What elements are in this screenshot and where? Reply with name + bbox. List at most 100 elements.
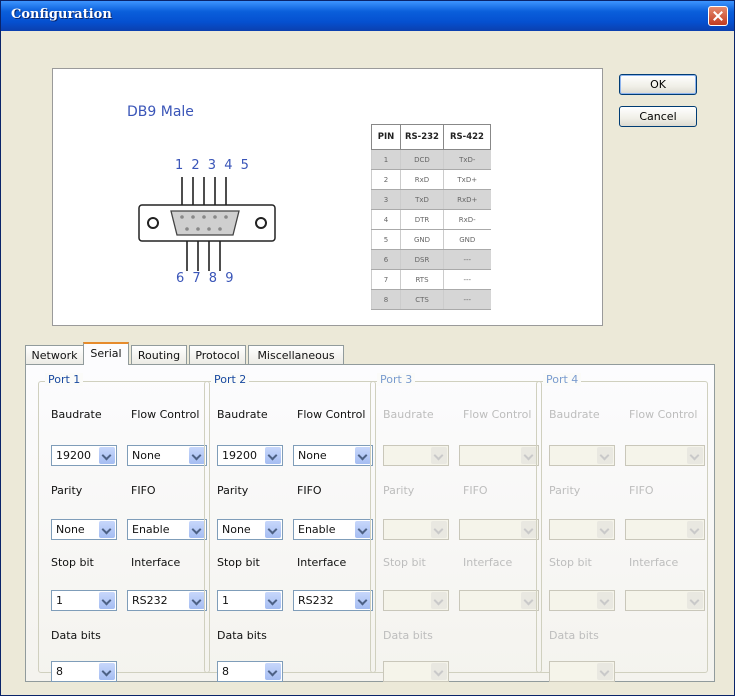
rs232-cell: DSR: [400, 249, 444, 270]
parity-select[interactable]: None: [51, 519, 117, 540]
stop-bit-value: 1: [56, 594, 63, 607]
rs422-cell: RxD+: [443, 189, 491, 210]
parity-select: [383, 519, 449, 540]
data-bits-select: [383, 661, 449, 682]
interface-select: [459, 590, 539, 611]
table-row: 3 TxD RxD+: [371, 189, 491, 210]
rs232-cell: CTS: [400, 289, 444, 310]
chevron-down-icon[interactable]: [189, 521, 205, 538]
chevron-down-icon[interactable]: [99, 447, 115, 464]
rs422-cell: GND: [443, 229, 491, 250]
fifo-select: [625, 519, 705, 540]
tab-protocol[interactable]: Protocol: [189, 345, 246, 364]
flow-control-value: None: [132, 449, 161, 462]
ok-button[interactable]: OK: [619, 74, 697, 95]
chevron-down-icon[interactable]: [355, 592, 371, 609]
data-bits-value: 8: [222, 665, 229, 678]
connector-label: DB9 Male: [127, 104, 194, 120]
fifo-value: Enable: [298, 523, 336, 536]
chevron-down-icon[interactable]: [99, 521, 115, 538]
db9-connector-icon: [138, 177, 276, 271]
chevron-down-icon[interactable]: [189, 447, 205, 464]
chevron-down-icon[interactable]: [265, 663, 281, 680]
title-bar[interactable]: Configuration: [1, 1, 734, 31]
chevron-down-icon: [597, 663, 613, 680]
rs232-header: RS-232: [400, 124, 444, 150]
fifo-select[interactable]: Enable: [127, 519, 207, 540]
pin-cell: 5: [371, 229, 401, 250]
port-title: Port 3: [377, 373, 416, 386]
stop-bit-select[interactable]: 1: [51, 590, 117, 611]
pin-cell: 2: [371, 169, 401, 190]
chevron-down-icon: [431, 592, 447, 609]
rs232-cell: DCD: [400, 149, 444, 170]
parity-value: None: [56, 523, 85, 536]
table-row: 5 GND GND: [371, 229, 491, 250]
stop-bit-select[interactable]: 1: [217, 590, 283, 611]
data-bits-value: 8: [56, 665, 63, 678]
chevron-down-icon: [431, 447, 447, 464]
data-bits-label: Data bits: [549, 629, 599, 642]
table-row: 6 DSR ---: [371, 249, 491, 270]
interface-select[interactable]: RS232: [293, 590, 373, 611]
interface-value: RS232: [298, 594, 334, 607]
chevron-down-icon[interactable]: [355, 521, 371, 538]
stop-bit-label: Stop bit: [51, 556, 94, 569]
stop-bit-value: 1: [222, 594, 229, 607]
interface-value: RS232: [132, 594, 168, 607]
fifo-label: FIFO: [629, 484, 654, 497]
fifo-label: FIFO: [131, 484, 156, 497]
stop-bit-label: Stop bit: [383, 556, 426, 569]
port-1-group: Port 1 Baudrate Flow Control 19200 None …: [38, 373, 210, 682]
fifo-label: FIFO: [463, 484, 488, 497]
chevron-down-icon: [687, 592, 703, 609]
interface-select[interactable]: RS232: [127, 590, 207, 611]
chevron-down-icon[interactable]: [265, 592, 281, 609]
tab-network[interactable]: Network: [25, 345, 84, 364]
baudrate-select[interactable]: 19200: [217, 445, 283, 466]
tab-miscellaneous[interactable]: Miscellaneous: [248, 345, 344, 364]
data-bits-select[interactable]: 8: [51, 661, 117, 682]
rs232-cell: DTR: [400, 209, 444, 230]
cancel-button[interactable]: Cancel: [619, 106, 697, 127]
rs422-cell: RxD-: [443, 209, 491, 230]
chevron-down-icon[interactable]: [99, 663, 115, 680]
table-row: 1 DCD TxD-: [371, 149, 491, 170]
flow-control-select[interactable]: None: [293, 445, 373, 466]
port-title: Port 1: [45, 373, 84, 386]
chevron-down-icon: [431, 663, 447, 680]
parity-select[interactable]: None: [217, 519, 283, 540]
table-row: 7 RTS ---: [371, 269, 491, 290]
chevron-down-icon[interactable]: [99, 592, 115, 609]
baudrate-label: Baudrate: [217, 408, 268, 421]
tab-routing[interactable]: Routing: [131, 345, 187, 364]
pin-cell: 3: [371, 189, 401, 210]
baudrate-label: Baudrate: [51, 408, 102, 421]
configuration-dialog: Configuration DB9 Male 1 2 3 4 5 6 7 8 9: [0, 0, 735, 696]
rs422-cell: TxD+: [443, 169, 491, 190]
chevron-down-icon[interactable]: [265, 521, 281, 538]
chevron-down-icon[interactable]: [265, 447, 281, 464]
rs232-cell: GND: [400, 229, 444, 250]
stop-bit-label: Stop bit: [217, 556, 260, 569]
rs422-cell: TxD-: [443, 149, 491, 170]
baudrate-select[interactable]: 19200: [51, 445, 117, 466]
window-title: Configuration: [11, 7, 112, 22]
close-icon[interactable]: [708, 6, 728, 26]
serial-tab-panel: Port 1 Baudrate Flow Control 19200 None …: [25, 364, 715, 682]
rs232-cell: RTS: [400, 269, 444, 290]
rs422-cell: ---: [443, 269, 491, 290]
tab-serial[interactable]: Serial: [83, 342, 129, 365]
parity-label: Parity: [549, 484, 581, 497]
flow-control-select: [625, 445, 705, 466]
chevron-down-icon[interactable]: [189, 592, 205, 609]
flow-control-select[interactable]: None: [127, 445, 207, 466]
data-bits-select[interactable]: 8: [217, 661, 283, 682]
pin-cell: 1: [371, 149, 401, 170]
pin-cell: 4: [371, 209, 401, 230]
interface-label: Interface: [629, 556, 679, 569]
chevron-down-icon[interactable]: [355, 447, 371, 464]
fifo-select[interactable]: Enable: [293, 519, 373, 540]
parity-label: Parity: [51, 484, 83, 497]
bottom-pin-numbers: 6 7 8 9: [176, 271, 236, 286]
